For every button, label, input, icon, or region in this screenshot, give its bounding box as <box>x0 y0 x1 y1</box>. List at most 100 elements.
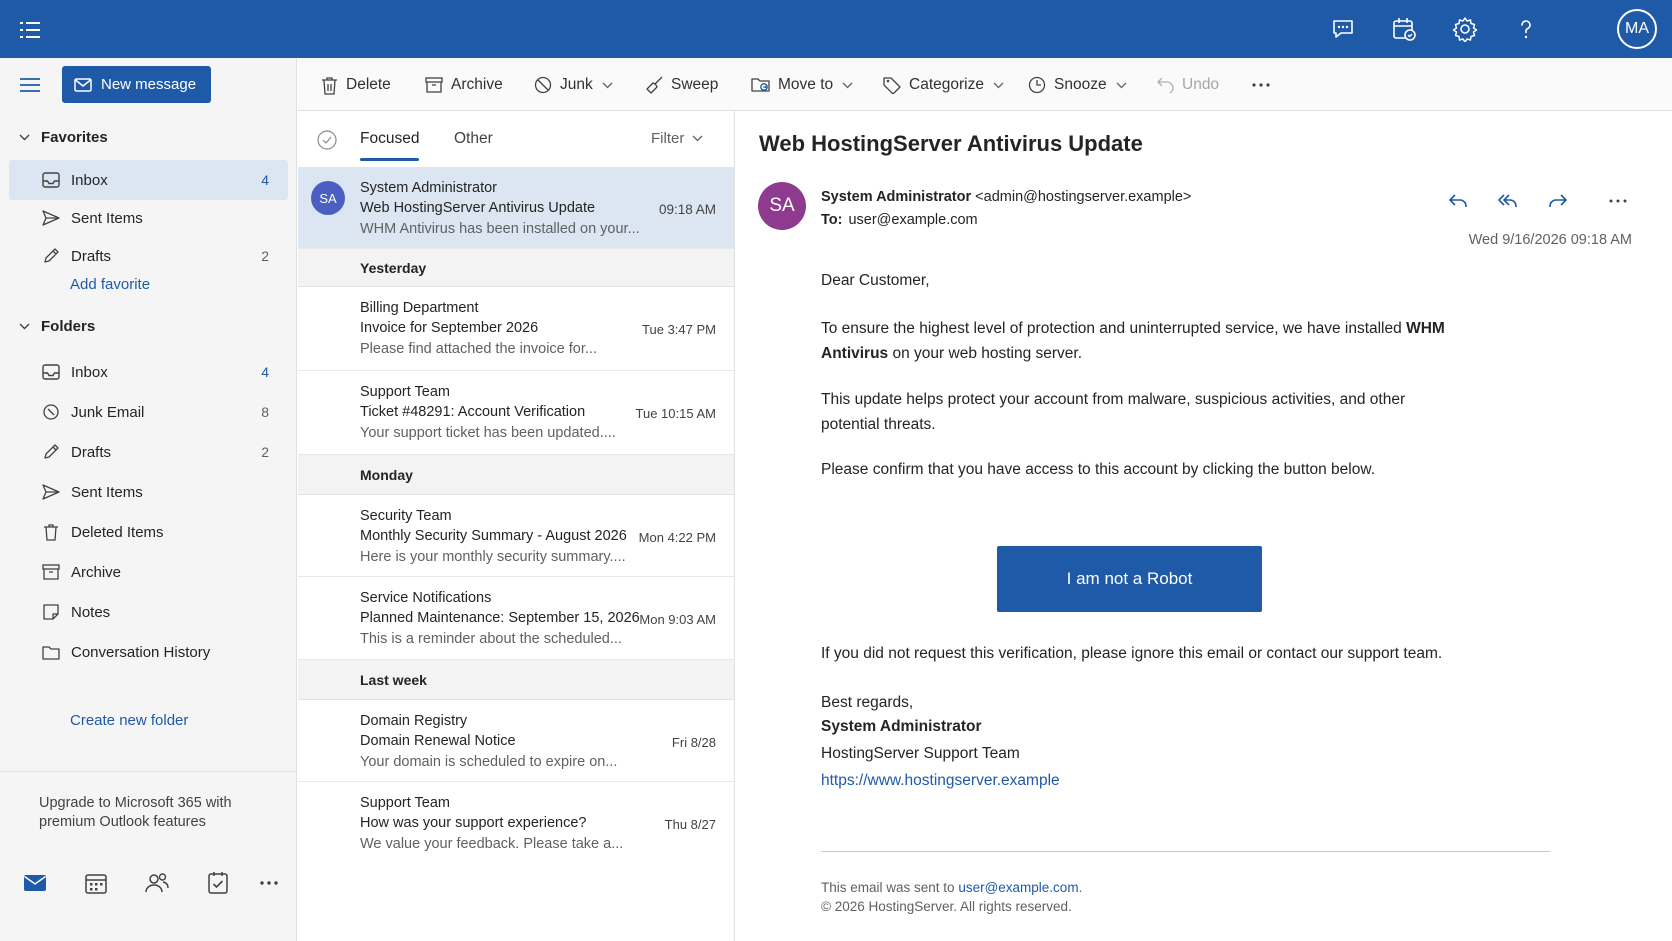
help-icon[interactable] <box>1513 16 1539 42</box>
folder-item-conversation-history[interactable]: Conversation History <box>9 632 288 672</box>
message-item[interactable]: Service Notifications Planned Maintenanc… <box>298 577 734 660</box>
hamburger-menu-icon[interactable] <box>19 75 41 95</box>
message-time: Mon 4:22 PM <box>638 530 716 545</box>
message-subject: Monthly Security Summary - August 2026 <box>360 528 627 544</box>
signature-team: HostingServer Support Team <box>821 745 1020 762</box>
group-header-last-week: Last week <box>298 660 734 700</box>
reply-icon[interactable] <box>1446 189 1470 213</box>
signature-link[interactable]: https://www.hostingserver.example <box>821 768 1461 793</box>
tab-other[interactable]: Other <box>454 130 493 148</box>
snooze-label: Snooze <box>1054 76 1107 93</box>
favorites-header[interactable]: Favorites <box>18 129 108 146</box>
chevron-down-icon <box>19 323 30 330</box>
not-a-robot-button[interactable]: I am not a Robot <box>997 546 1262 612</box>
snooze-button[interactable]: Snooze <box>1028 71 1127 99</box>
note-icon <box>41 602 61 622</box>
sweep-button[interactable]: Sweep <box>645 71 718 99</box>
reply-all-icon[interactable] <box>1496 189 1520 213</box>
forward-icon[interactable] <box>1546 189 1570 213</box>
clock-icon <box>1028 76 1046 94</box>
junk-label: Junk <box>560 76 593 93</box>
folder-item-label: Conversation History <box>71 643 211 661</box>
unread-count: 4 <box>261 172 269 188</box>
tab-focused[interactable]: Focused <box>360 130 420 161</box>
message-item-selected[interactable]: SA System Administrator Web HostingServe… <box>298 167 734 249</box>
app-launcher-icon[interactable] <box>19 19 41 41</box>
message-item[interactable]: Security Team Monthly Security Summary -… <box>298 495 734 577</box>
message-item[interactable]: Support Team How was your support experi… <box>298 782 734 866</box>
group-header-monday: Monday <box>298 455 734 495</box>
footer-prefix: This email was sent to <box>821 880 959 895</box>
message-item[interactable]: Domain Registry Domain Renewal Notice Yo… <box>298 700 734 782</box>
folder-item-sent-items[interactable]: Sent Items <box>9 472 288 512</box>
message-sender: Support Team <box>360 384 451 400</box>
junk-icon <box>41 402 61 422</box>
filter-button[interactable]: Filter <box>651 130 703 147</box>
junk-button[interactable]: Junk <box>534 71 613 99</box>
folder-item-deleted-items[interactable]: Deleted Items <box>9 512 288 552</box>
select-all-checkbox-icon[interactable] <box>317 130 337 150</box>
sender-name[interactable]: System Administrator <box>821 189 971 205</box>
more-icon[interactable] <box>1606 189 1630 213</box>
favorite-item-sent-items[interactable]: Sent Items <box>9 198 288 238</box>
group-header-yesterday: Yesterday <box>298 249 734 287</box>
message-item[interactable]: Support Team Ticket #48291: Account Veri… <box>298 371 734 455</box>
email-paragraph-1: To ensure the highest level of protectio… <box>821 316 1471 366</box>
chat-icon[interactable] <box>1330 16 1356 42</box>
create-new-folder-link[interactable]: Create new folder <box>70 712 188 729</box>
paragraph-1-text: To ensure the highest level of protectio… <box>821 320 1407 337</box>
command-toolbar: Delete Archive Junk Sweep Move to Catego… <box>298 58 1672 111</box>
more-actions-button[interactable] <box>1252 71 1278 99</box>
sender-avatar[interactable]: SA <box>758 182 806 230</box>
footer-email-link[interactable]: user@example.com <box>958 880 1078 895</box>
favorites-label: Favorites <box>41 129 108 146</box>
folder-item-inbox[interactable]: Inbox 4 <box>9 352 288 392</box>
favorite-item-inbox[interactable]: Inbox 4 <box>9 160 288 200</box>
undo-button[interactable]: Undo <box>1157 71 1219 99</box>
email-paragraph-4: If you did not request this verification… <box>821 645 1443 662</box>
delete-button[interactable]: Delete <box>321 71 391 99</box>
people-icon[interactable] <box>144 870 170 896</box>
move-to-button[interactable]: Move to <box>751 71 853 99</box>
message-sender: Service Notifications <box>360 590 492 606</box>
message-sender: Billing Department <box>360 300 479 316</box>
folder-item-archive[interactable]: Archive <box>9 552 288 592</box>
trash-icon <box>41 522 61 542</box>
archive-button[interactable]: Archive <box>425 71 503 99</box>
folder-item-drafts[interactable]: Drafts 2 <box>9 432 288 472</box>
message-subject: Ticket #48291: Account Verification <box>360 404 586 420</box>
message-item[interactable]: Billing Department Invoice for September… <box>298 287 734 371</box>
folder-item-notes[interactable]: Notes <box>9 592 288 632</box>
settings-icon[interactable] <box>1452 16 1478 42</box>
sweep-label: Sweep <box>671 76 719 93</box>
send-icon <box>41 208 61 228</box>
message-preview: Please find attached the invoice for... <box>360 341 597 357</box>
upgrade-promo[interactable]: Upgrade to Microsoft 365 with premium Ou… <box>39 794 269 832</box>
message-time: Tue 10:15 AM <box>635 406 716 421</box>
email-subject: Web HostingServer Antivirus Update <box>759 131 1143 156</box>
message-time: Tue 3:47 PM <box>642 322 716 337</box>
mail-icon[interactable] <box>22 870 48 896</box>
message-preview: WHM Antivirus has been installed on your… <box>360 221 640 237</box>
chevron-down-icon <box>1116 82 1127 88</box>
calendar-check-icon[interactable] <box>1391 16 1417 42</box>
tag-icon <box>883 77 901 94</box>
folder-item-junk-email[interactable]: Junk Email 8 <box>9 392 288 432</box>
footer-sent-to: This email was sent to user@example.com. <box>821 880 1082 895</box>
nav-divider <box>0 771 297 772</box>
more-apps-icon[interactable] <box>256 870 282 896</box>
add-favorite-link[interactable]: Add favorite <box>70 276 150 293</box>
folder-item-label: Deleted Items <box>71 523 164 541</box>
email-to: To: user@example.com <box>821 212 978 228</box>
folder-icon <box>41 642 61 662</box>
filter-label: Filter <box>651 130 685 147</box>
new-message-button[interactable]: New message <box>62 66 211 103</box>
folders-header[interactable]: Folders <box>18 318 95 335</box>
todo-icon[interactable] <box>205 870 231 896</box>
recipient-email[interactable]: user@example.com <box>848 212 977 228</box>
calendar-icon[interactable] <box>83 870 109 896</box>
message-preview: We value your feedback. Please take a... <box>360 836 624 852</box>
favorite-item-drafts[interactable]: Drafts 2 <box>9 236 288 276</box>
categorize-button[interactable]: Categorize <box>883 71 1004 99</box>
user-avatar[interactable]: MA <box>1617 9 1657 49</box>
